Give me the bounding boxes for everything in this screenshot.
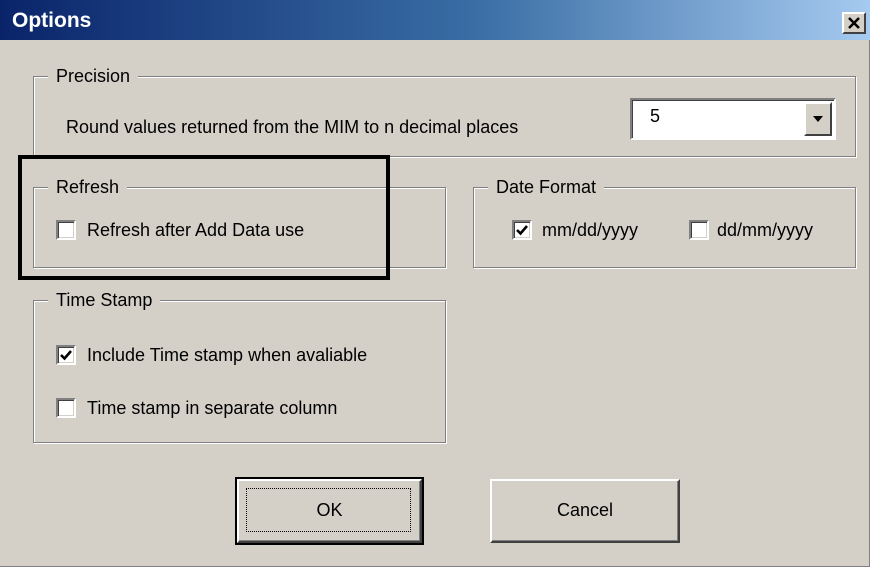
ok-button[interactable]: OK [237,479,422,543]
checkmark-icon [516,225,528,236]
decimal-places-value: 5 [650,106,661,126]
ok-button-label: OK [316,500,343,520]
cancel-button-label: Cancel [556,500,614,520]
decimal-places-select[interactable]: 5 [630,98,836,140]
options-dialog: Options Precision Round values returned … [0,0,870,567]
time-stamp-group-label: Time Stamp [48,288,161,312]
precision-group-label: Precision [48,64,139,88]
chevron-down-icon [813,116,823,122]
mmddyyyy-checkbox[interactable] [512,220,532,240]
separate-column-label[interactable]: Time stamp in separate column [87,396,337,420]
close-button[interactable] [842,12,866,34]
separate-column-checkbox[interactable] [56,398,76,418]
ddmmyyyy-checkbox[interactable] [689,220,709,240]
ddmmyyyy-label[interactable]: dd/mm/yyyy [717,218,813,242]
close-icon [848,17,860,29]
ok-button-default-frame: OK [235,477,424,545]
highlight-box [18,155,390,280]
time-stamp-group: Time Stamp [33,288,446,443]
mmddyyyy-label[interactable]: mm/dd/yyyy [542,218,638,242]
title-bar[interactable]: Options [0,0,870,40]
include-time-stamp-checkbox[interactable] [56,345,76,365]
include-time-stamp-label[interactable]: Include Time stamp when avaliable [87,343,367,367]
dialog-title: Options [12,9,92,32]
cancel-button[interactable]: Cancel [490,479,680,543]
date-format-group-label: Date Format [488,175,605,199]
precision-description: Round values returned from the MIM to n … [66,117,519,137]
decimal-places-dropdown-button[interactable] [804,102,832,136]
checkmark-icon [60,350,72,361]
